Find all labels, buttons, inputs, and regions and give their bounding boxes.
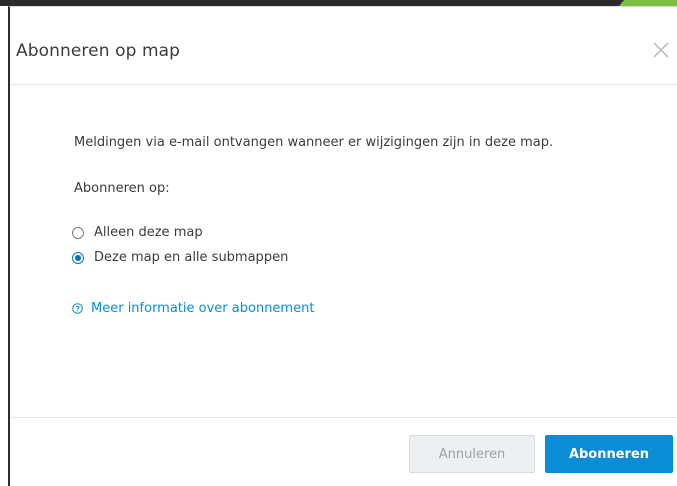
dialog-description: Meldingen via e-mail ontvangen wanneer e… — [74, 135, 554, 150]
subscribe-button[interactable]: Abonneren — [545, 435, 673, 473]
cancel-button[interactable]: Annuleren — [409, 435, 535, 473]
help-circle-icon — [72, 303, 83, 314]
dialog-footer: Annuleren Abonneren — [10, 417, 677, 486]
more-info-link[interactable]: Meer informatie over abonnement — [72, 301, 314, 316]
dialog-title: Abonneren op map — [16, 41, 181, 61]
dialog-body: Meldingen via e-mail ontvangen wanneer e… — [10, 85, 677, 417]
option-only-this-folder[interactable]: Alleen deze map — [72, 225, 203, 240]
radio-only-this-folder[interactable] — [72, 226, 84, 239]
subscribe-dialog: Abonneren op map Meldingen via e-mail on… — [8, 6, 677, 486]
subscribe-to-label: Abonneren op: — [74, 181, 170, 196]
option-label: Alleen deze map — [94, 225, 203, 240]
dialog-header: Abonneren op map — [10, 7, 677, 85]
radio-folder-and-subfolders[interactable] — [72, 251, 84, 264]
more-info-label: Meer informatie over abonnement — [91, 301, 315, 316]
option-label: Deze map en alle submappen — [94, 250, 289, 265]
close-icon[interactable] — [650, 39, 672, 61]
option-folder-and-subfolders[interactable]: Deze map en alle submappen — [72, 250, 288, 265]
